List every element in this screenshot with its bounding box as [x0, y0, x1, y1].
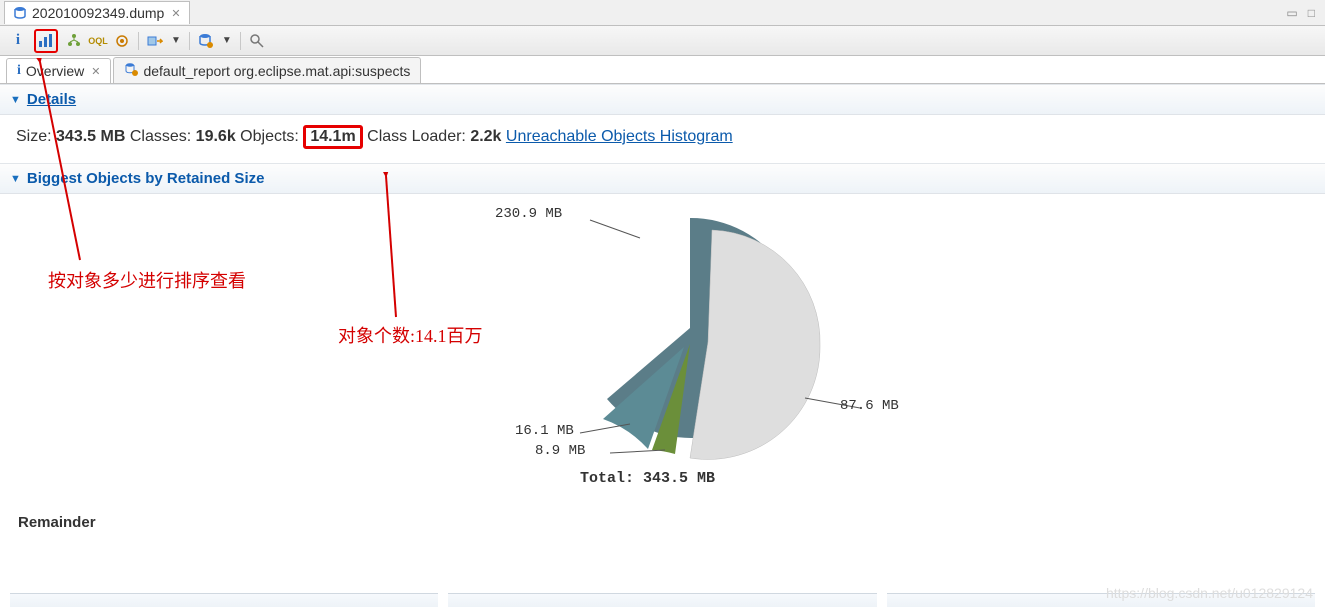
objects-label: Objects:: [240, 128, 299, 145]
minimize-icon[interactable]: ▭: [1286, 6, 1297, 20]
tab-default-report[interactable]: default_report org.eclipse.mat.api:suspe…: [113, 57, 421, 83]
info-icon: i: [17, 63, 21, 79]
loader-value: 2.2k: [470, 128, 501, 145]
editor-minmax-icons: ▭ □: [1286, 6, 1325, 20]
run-icon[interactable]: [147, 33, 163, 49]
search-icon[interactable]: [249, 33, 265, 49]
chart-label-2: 8.9 MB: [535, 443, 585, 459]
close-icon[interactable]: ✕: [89, 65, 100, 78]
collapse-icon: ▼: [10, 94, 21, 106]
pie-chart: 230.9 MB 87.6 MB 16.1 MB 8.9 MB Total: 3…: [440, 198, 940, 498]
db-tool-icon[interactable]: [198, 33, 214, 49]
oql-icon[interactable]: OQL: [90, 33, 106, 49]
maximize-icon[interactable]: □: [1308, 6, 1315, 20]
histogram-button-highlighted[interactable]: [34, 29, 58, 53]
details-line: Size: 343.5 MB Classes: 19.6k Objects: 1…: [0, 115, 1325, 163]
section-details-header[interactable]: ▼ Details: [0, 84, 1325, 115]
editor-tab-strip: 202010092349.dump ✕ ▭ □: [0, 0, 1325, 26]
classes-label: Classes:: [130, 128, 191, 145]
remainder-label: Remainder: [0, 498, 1325, 547]
close-icon[interactable]: ✕: [169, 7, 180, 20]
tab-report-label: default_report org.eclipse.mat.api:suspe…: [143, 63, 410, 79]
report-icon: [124, 62, 138, 79]
dropdown-icon[interactable]: ▼: [222, 35, 232, 46]
dump-file-icon: [13, 6, 27, 20]
dropdown-icon[interactable]: ▼: [171, 35, 181, 46]
unreachable-histogram-link[interactable]: Unreachable Objects Histogram: [506, 128, 733, 145]
toolbar: i OQL ▼ ▼: [0, 26, 1325, 56]
chart-label-0: 230.9 MB: [495, 206, 562, 222]
content-area: ▼ Details Size: 343.5 MB Classes: 19.6k …: [0, 84, 1325, 547]
thread-icon[interactable]: [114, 33, 130, 49]
tab-overview[interactable]: i Overview ✕: [6, 58, 111, 83]
chart-total: Total: 343.5 MB: [580, 470, 715, 487]
section-details-title: Details: [27, 91, 76, 108]
subtab-strip: i Overview ✕ default_report org.eclipse.…: [0, 56, 1325, 84]
annotation-sort-note: 按对象多少进行排序查看: [48, 267, 246, 293]
toolbar-separator: [138, 32, 139, 50]
collapse-icon: ▼: [10, 173, 21, 185]
loader-label: Class Loader:: [367, 128, 466, 145]
classes-value: 19.6k: [196, 128, 236, 145]
toolbar-separator: [189, 32, 190, 50]
section-biggest-title: Biggest Objects by Retained Size: [27, 170, 265, 187]
watermark: https://blog.csdn.net/u012829124: [1106, 585, 1313, 601]
objects-value-highlighted: 14.1m: [303, 125, 362, 149]
tab-overview-label: Overview: [26, 63, 84, 79]
editor-tab-dump[interactable]: 202010092349.dump ✕: [4, 1, 190, 24]
chart-label-3: 16.1 MB: [515, 423, 574, 439]
editor-tab-filename: 202010092349.dump: [32, 5, 164, 21]
toolbar-separator: [240, 32, 241, 50]
chart-label-1: 87.6 MB: [840, 398, 899, 414]
section-biggest-header[interactable]: ▼ Biggest Objects by Retained Size: [0, 163, 1325, 194]
size-label: Size:: [16, 128, 52, 145]
size-value: 343.5 MB: [56, 128, 125, 145]
dominator-tree-icon[interactable]: [66, 33, 82, 49]
annotation-count-note: 对象个数:14.1百万: [338, 322, 483, 348]
info-icon[interactable]: i: [10, 33, 26, 49]
